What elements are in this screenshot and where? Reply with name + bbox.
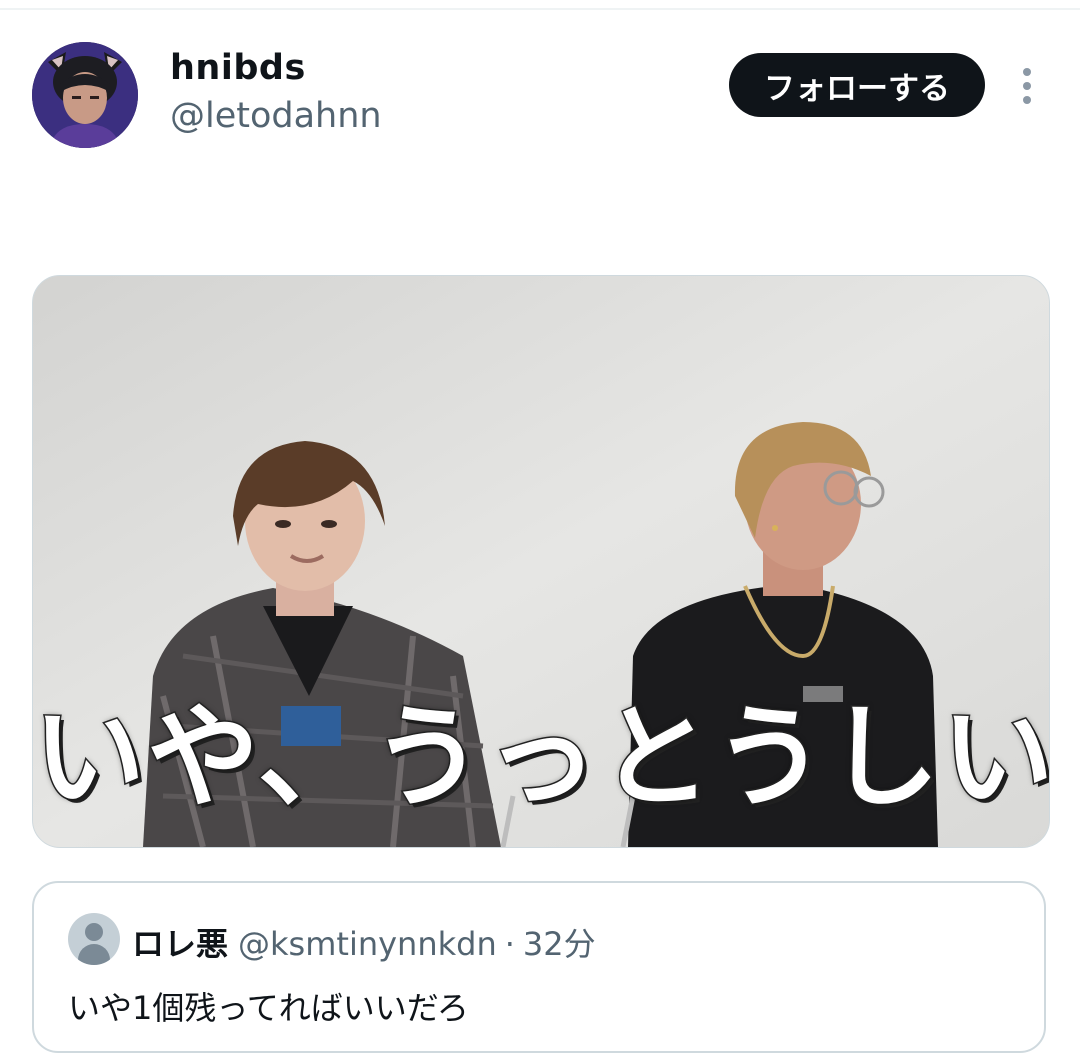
top-divider <box>0 8 1080 10</box>
quoted-post-header: ロレ悪 @ksmtinynnkdn · 32分 <box>132 919 596 965</box>
more-vertical-icon[interactable] <box>1012 66 1042 106</box>
quoted-author-name[interactable]: ロレ悪 <box>132 925 228 963</box>
author-display-name[interactable]: hnibds <box>170 48 306 88</box>
follow-button[interactable]: フォローする <box>729 53 985 117</box>
avatar-head <box>85 923 103 941</box>
author-handle[interactable]: @letodahnn <box>170 96 382 136</box>
quoted-post-card[interactable]: ロレ悪 @ksmtinynnkdn · 32分 いや1個残ってればいいだろ <box>32 881 1046 1053</box>
more-dot <box>1023 96 1031 104</box>
quoted-post-text: いや1個残ってればいいだろ <box>68 989 469 1027</box>
more-dot <box>1023 68 1031 76</box>
post-media-image[interactable]: いや、うっとうしいな <box>32 275 1050 848</box>
quoted-author-handle[interactable]: @ksmtinynnkdn <box>238 925 497 963</box>
default-user-icon[interactable] <box>68 913 120 965</box>
avatar-body <box>78 944 110 965</box>
more-dot <box>1023 82 1031 90</box>
video-caption: いや、うっとうしいな <box>33 692 1050 825</box>
author-avatar[interactable] <box>32 42 138 148</box>
separator-dot: · <box>504 925 515 963</box>
quoted-post-time[interactable]: 32分 <box>523 925 596 963</box>
